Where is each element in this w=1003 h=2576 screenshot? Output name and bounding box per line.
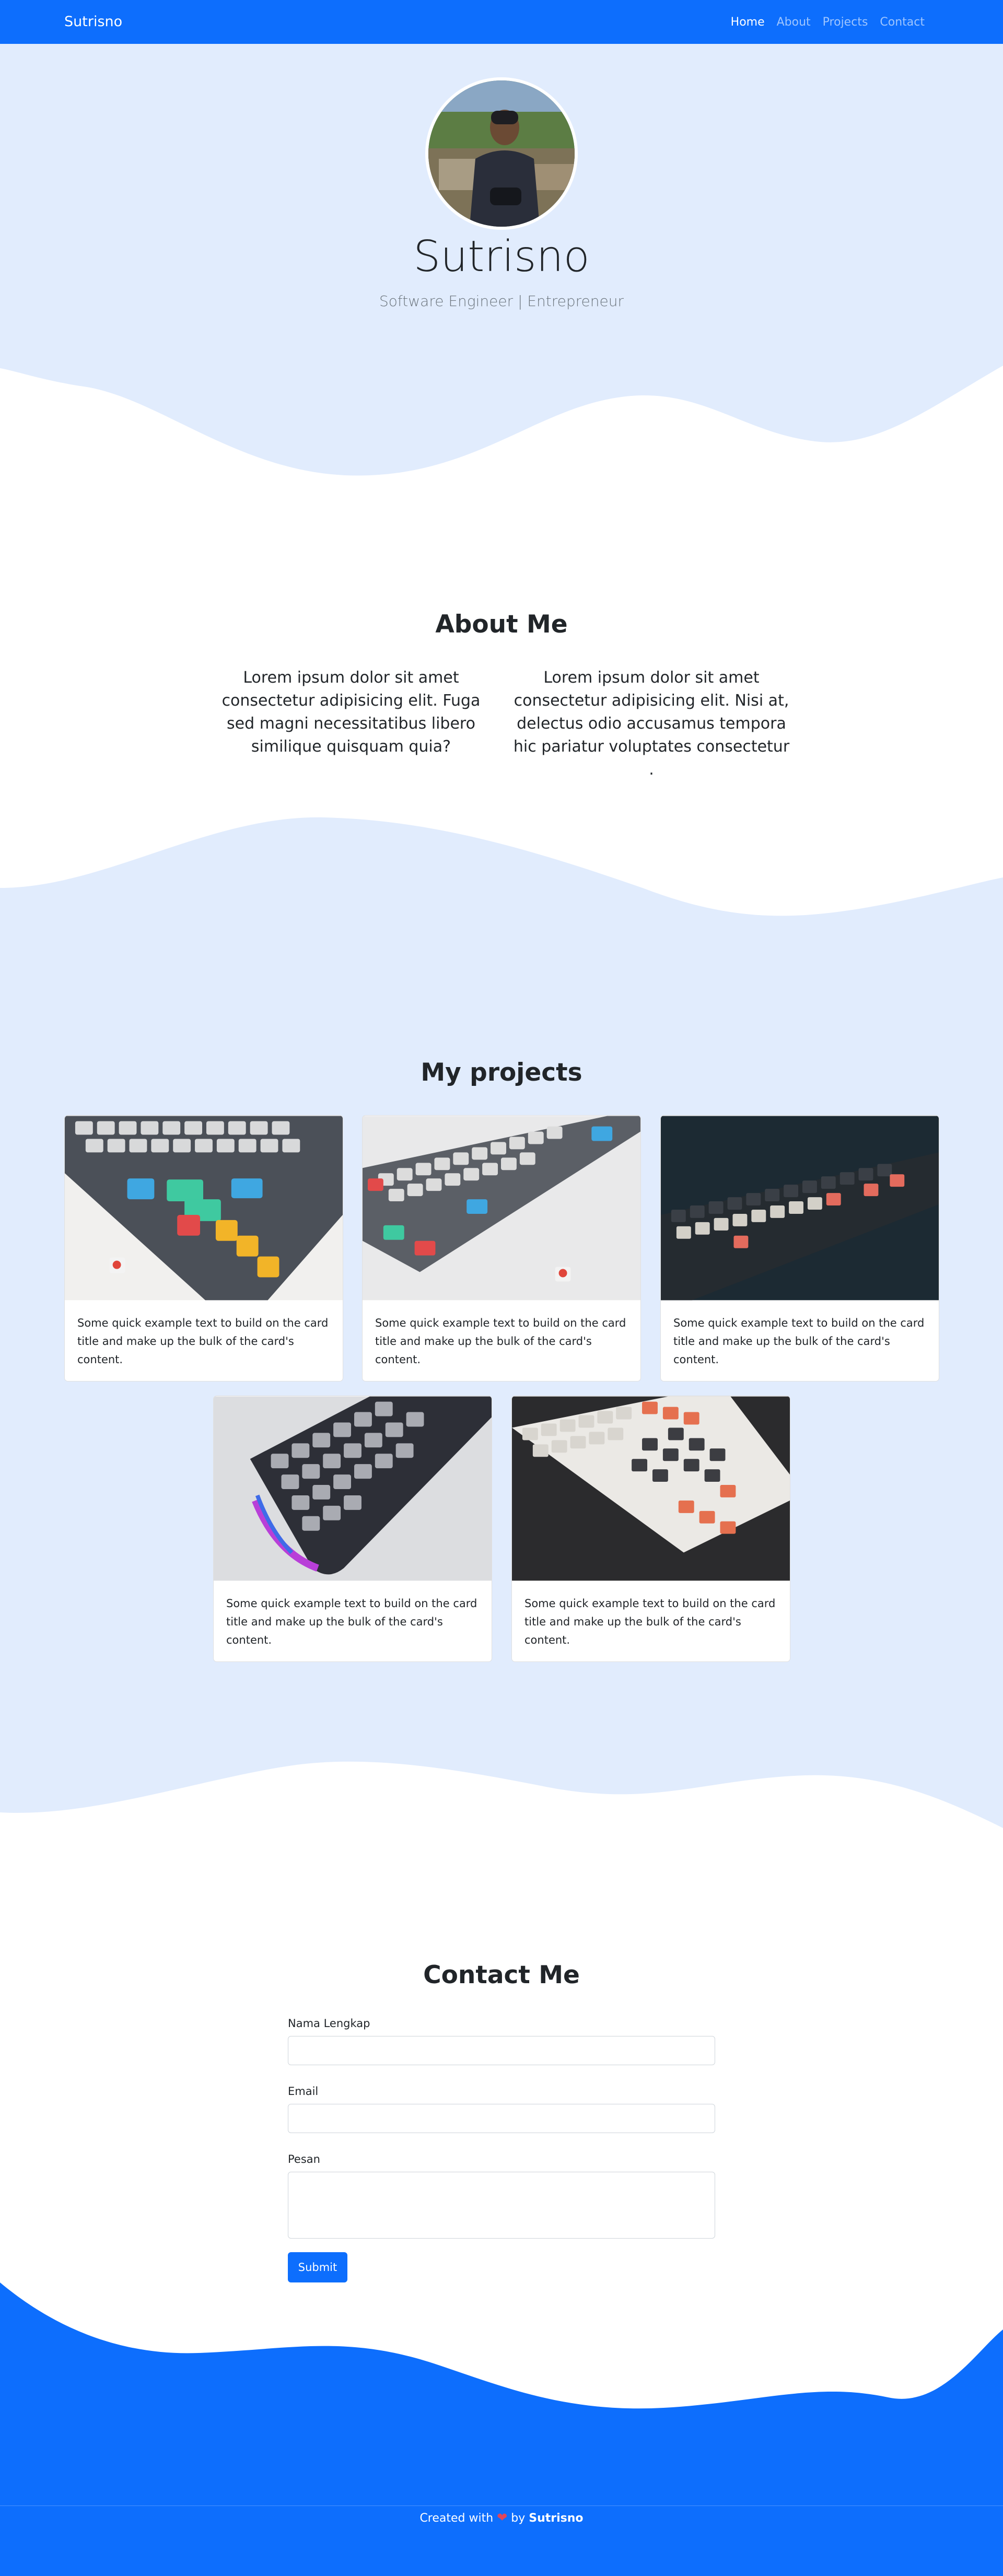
project-card[interactable]: Some quick example text to build on the … bbox=[64, 1115, 343, 1381]
avatar bbox=[425, 77, 578, 230]
nav-link-home[interactable]: Home bbox=[731, 16, 765, 29]
project-card-text: Some quick example text to build on the … bbox=[375, 1317, 626, 1366]
footer-prefix: Created with bbox=[419, 2512, 494, 2525]
submit-button[interactable]: Submit bbox=[288, 2252, 347, 2282]
project-card-text: Some quick example text to build on the … bbox=[673, 1317, 925, 1366]
hero-section: Sutrisno Software Engineer | Entrepreneu… bbox=[0, 44, 1003, 493]
contact-form: Nama Lengkap Email Pesan Submit bbox=[288, 2017, 715, 2282]
footer-divider bbox=[0, 2505, 1003, 2506]
footer-by: by bbox=[511, 2512, 526, 2525]
nav-link-contact[interactable]: Contact bbox=[880, 16, 925, 29]
nav-link-about[interactable]: About bbox=[777, 16, 811, 29]
project-card[interactable]: Some quick example text to build on the … bbox=[362, 1115, 641, 1381]
name-field[interactable] bbox=[288, 2036, 715, 2065]
contact-title: Contact Me bbox=[423, 1961, 580, 1989]
navbar-brand[interactable]: Sutrisno bbox=[64, 14, 122, 30]
message-label: Pesan bbox=[288, 2153, 320, 2165]
heart-icon: ❤ bbox=[497, 2510, 508, 2525]
hero-subtitle: Software Engineer | Entrepreneur bbox=[379, 292, 624, 310]
project-card[interactable]: Some quick example text to build on the … bbox=[660, 1115, 939, 1381]
name-label: Nama Lengkap bbox=[288, 2017, 370, 2030]
navbar: Sutrisno Home About Projects Contact bbox=[0, 0, 1003, 44]
project-image-keyboard-2 bbox=[363, 1116, 640, 1301]
about-paragraph-2: Lorem ipsum dolor sit amet consectetur a… bbox=[513, 669, 790, 779]
projects-title: My projects bbox=[421, 1058, 582, 1087]
project-image-keyboard-3 bbox=[661, 1116, 939, 1301]
project-image-keyboard-1 bbox=[65, 1116, 343, 1301]
about-paragraph-1: Lorem ipsum dolor sit amet consectetur a… bbox=[221, 669, 481, 756]
project-image-keyboard-4 bbox=[214, 1396, 492, 1581]
footer: Created with ❤ by Sutrisno bbox=[0, 2507, 1003, 2528]
project-card[interactable]: Some quick example text to build on the … bbox=[213, 1396, 492, 1662]
about-title: About Me bbox=[435, 610, 568, 639]
project-card[interactable]: Some quick example text to build on the … bbox=[511, 1396, 790, 1662]
project-card-text: Some quick example text to build on the … bbox=[524, 1597, 776, 1646]
nav-links: Home About Projects Contact bbox=[719, 16, 925, 29]
project-card-text: Some quick example text to build on the … bbox=[226, 1597, 477, 1646]
email-label: Email bbox=[288, 2085, 319, 2098]
avatar-photo bbox=[428, 80, 575, 227]
footer-author[interactable]: Sutrisno bbox=[529, 2512, 583, 2525]
nav-link-projects[interactable]: Projects bbox=[823, 16, 868, 29]
hero-name: Sutrisno bbox=[413, 232, 590, 282]
message-field[interactable] bbox=[288, 2172, 715, 2239]
email-field[interactable] bbox=[288, 2104, 715, 2133]
project-card-text: Some quick example text to build on the … bbox=[77, 1317, 329, 1366]
project-image-keyboard-5 bbox=[512, 1396, 790, 1581]
